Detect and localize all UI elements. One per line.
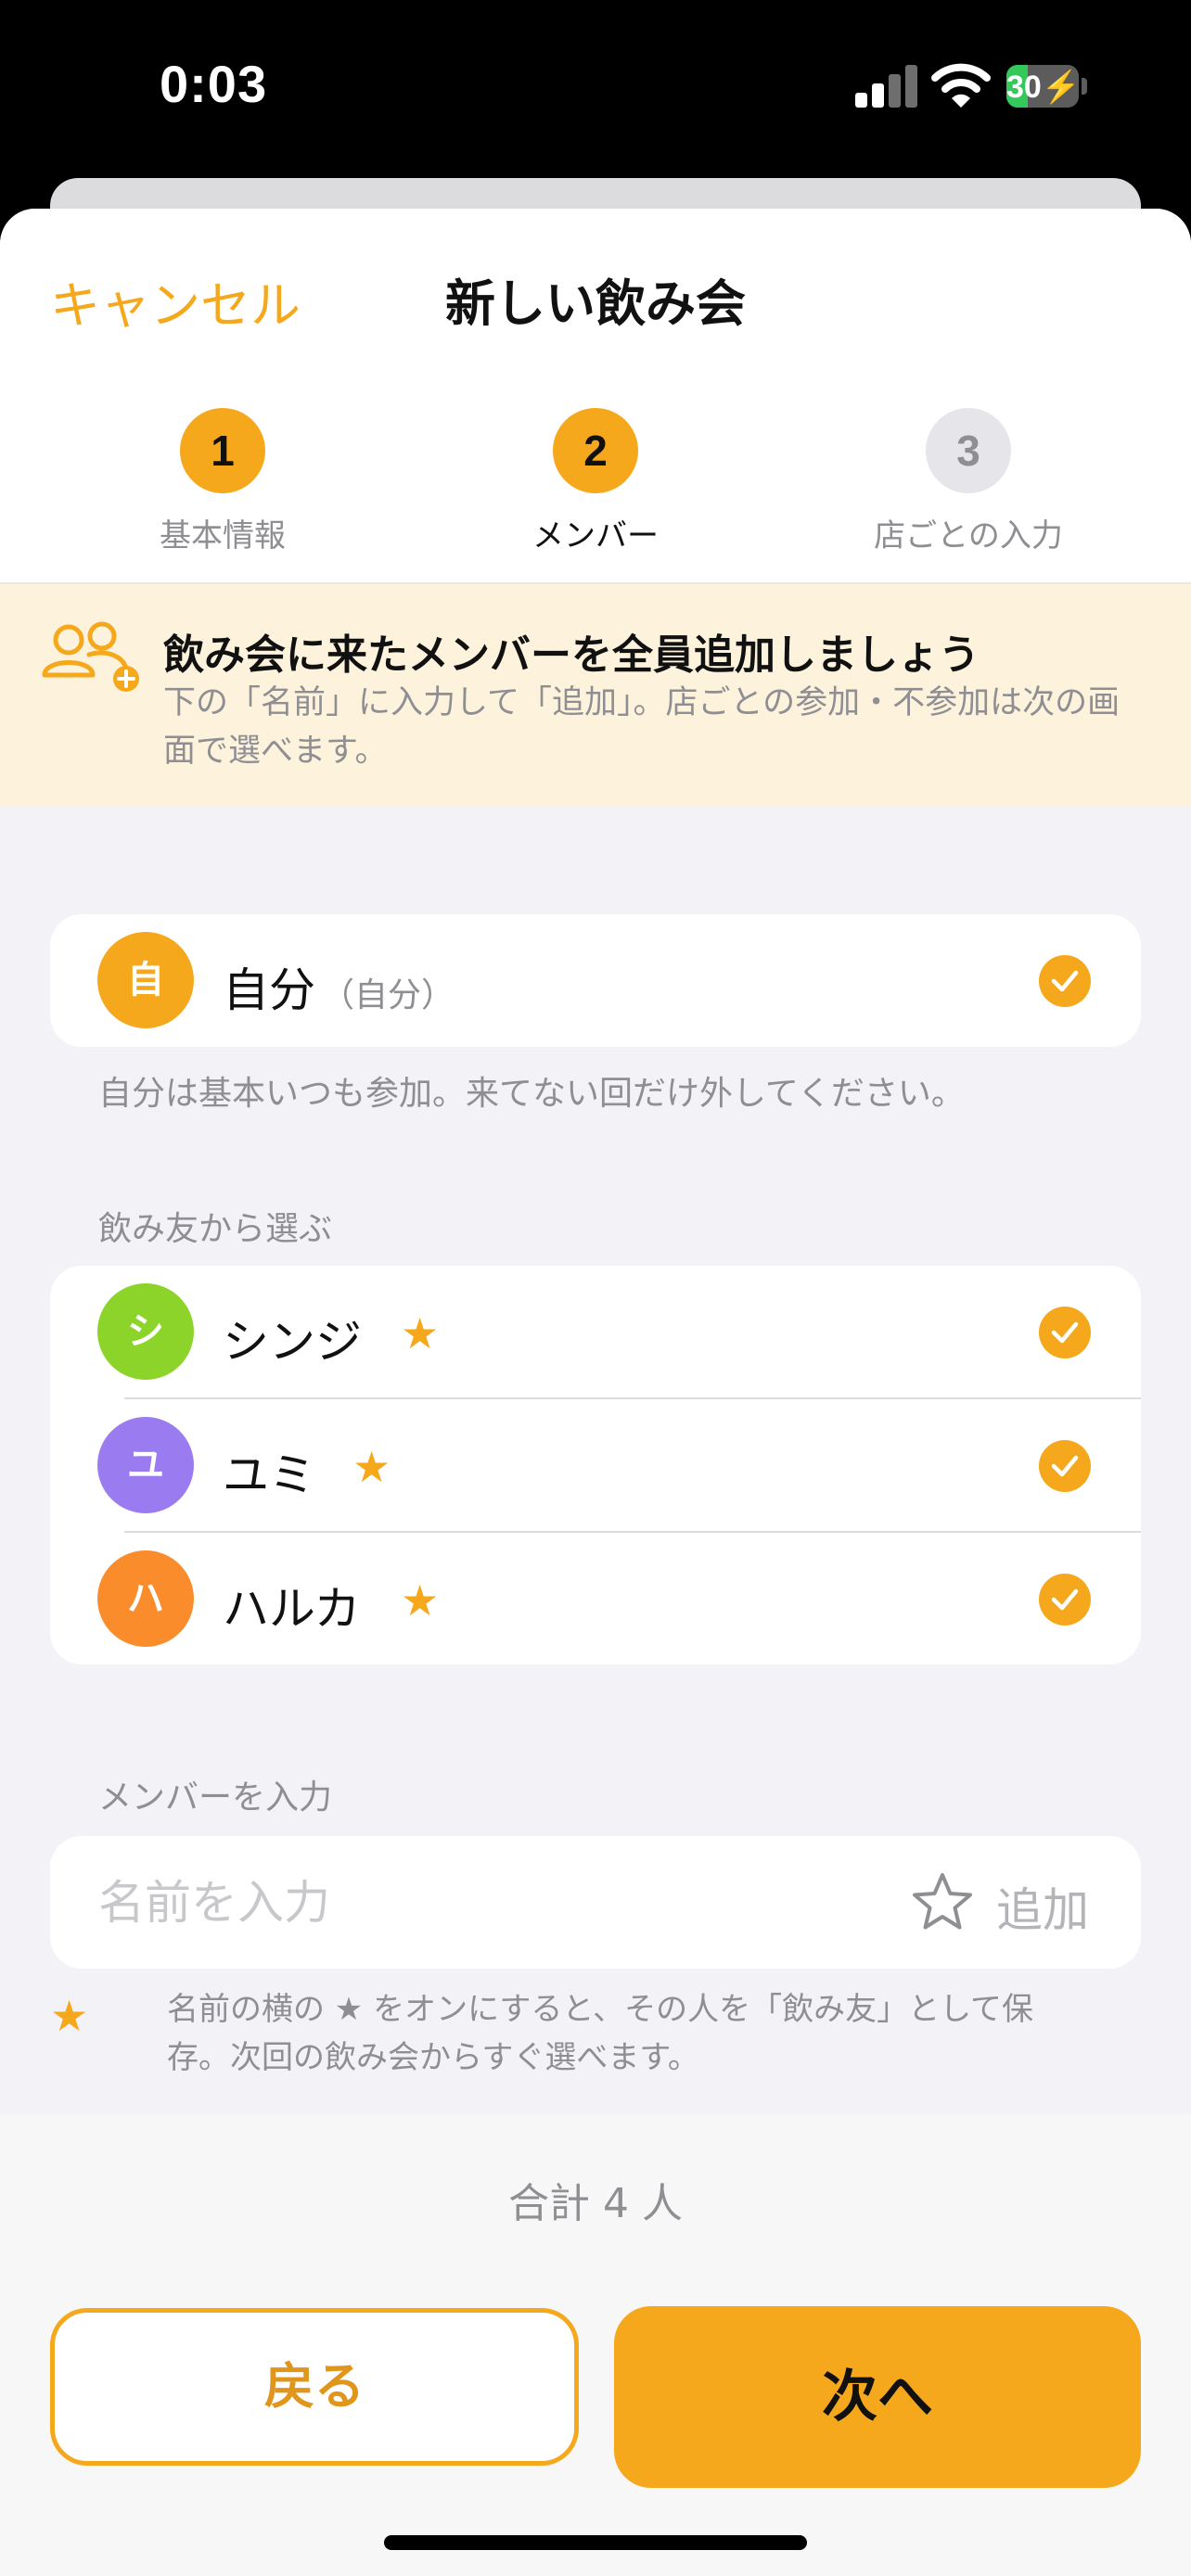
step-2-number: 2 [553, 408, 638, 493]
self-name-label: 自分 [223, 963, 315, 1017]
star-hint-icon: ★ [50, 1991, 89, 2041]
wifi-icon [931, 63, 991, 108]
checkmark-icon[interactable] [1039, 1574, 1091, 1626]
step-1-label: 基本情報 [160, 517, 286, 555]
status-bar: 0:03 30⚡ [0, 0, 1191, 176]
friend-name: ハルカ [223, 1582, 361, 1636]
favorite-star-icon[interactable]: ★ [401, 1579, 439, 1622]
self-row[interactable]: 自 自分 （自分） [50, 914, 1141, 1047]
next-button[interactable]: 次へ [614, 2306, 1141, 2488]
charging-bolt-icon: ⚡ [1041, 70, 1079, 105]
self-name: 自分 （自分） [223, 953, 455, 1020]
friends-section-label: 飲み友から選ぶ [98, 1210, 333, 1248]
back-button[interactable]: 戻る [50, 2308, 579, 2466]
checkmark-icon[interactable] [1039, 1307, 1091, 1358]
self-note: 自分は基本いつも参加。来てない回だけ外してください。 [98, 1075, 965, 1113]
self-avatar: 自 [97, 932, 194, 1028]
battery-tip [1082, 78, 1087, 95]
friend-avatar: ハ [97, 1550, 194, 1647]
member-input-section-label: メンバーを入力 [98, 1779, 333, 1817]
info-banner: 飲み会に来たメンバーを全員追加しましょう 下の「名前」に入力して「追加」。店ごと… [0, 584, 1191, 807]
favorite-star-icon[interactable]: ★ [352, 1446, 391, 1488]
friend-name: ユミ [223, 1448, 315, 1502]
friend-row-haruka[interactable]: ハ ハルカ ★ [50, 1533, 1141, 1664]
new-party-sheet: キャンセル 新しい飲み会 1 基本情報 2 メンバー 3 店ごとの入力 飲み会に… [0, 209, 1191, 2576]
name-input[interactable] [98, 1869, 859, 1936]
status-time: 0:03 [160, 55, 268, 113]
step-3-label: 店ごとの入力 [874, 517, 1063, 555]
self-checkmark-icon[interactable] [1039, 955, 1091, 1007]
friend-avatar: シ [97, 1283, 194, 1380]
favorite-star-icon[interactable]: ★ [401, 1312, 439, 1355]
battery-icon: 30⚡ [1006, 65, 1079, 108]
step-1-number: 1 [180, 408, 265, 493]
cellular-signal-icon [855, 65, 917, 108]
step-1: 1 基本情報 [83, 408, 362, 555]
footer-bar: 合計 4 人 戻る 次へ [0, 2114, 1191, 2576]
home-indicator [384, 2535, 807, 2550]
banner-description: 下の「名前」に入力して「追加」。店ごとの参加・不参加は次の画面で選べます。 [163, 684, 1121, 770]
member-total: 合計 4 人 [508, 2180, 683, 2227]
checkmark-icon[interactable] [1039, 1440, 1091, 1492]
friend-row-shinji[interactable]: シ シンジ ★ [50, 1266, 1141, 1398]
self-tag: （自分） [321, 976, 455, 1014]
star-outline-icon[interactable] [909, 1869, 976, 1936]
battery-level: 30 [1006, 70, 1042, 105]
self-card: 自 自分 （自分） [50, 914, 1141, 1047]
friend-row-yumi[interactable]: ユ ユミ ★ [50, 1399, 1141, 1532]
banner-title: 飲み会に来たメンバーを全員追加しましょう [163, 631, 980, 679]
nav-header: キャンセル 新しい飲み会 1 基本情報 2 メンバー 3 店ごとの入力 [0, 209, 1191, 584]
member-input-card: 追加 [50, 1836, 1141, 1969]
add-button[interactable]: 追加 [996, 1873, 1089, 1940]
step-2-label: メンバー [532, 517, 659, 555]
add-people-icon [42, 621, 139, 692]
friend-avatar: ユ [97, 1417, 194, 1513]
step-3: 3 店ごとの入力 [829, 408, 1108, 555]
favorite-hint: 名前の横の ★ をオンにすると、その人を「飲み友」として保存。次回の飲み会からす… [167, 1991, 1034, 2076]
step-3-number: 3 [926, 408, 1011, 493]
friends-list: シ シンジ ★ ユ ユミ ★ ハ ハルカ ★ [50, 1266, 1141, 1664]
friend-name: シンジ [223, 1315, 362, 1369]
step-2: 2 メンバー [456, 408, 735, 555]
page-title: 新しい飲み会 [445, 274, 746, 333]
